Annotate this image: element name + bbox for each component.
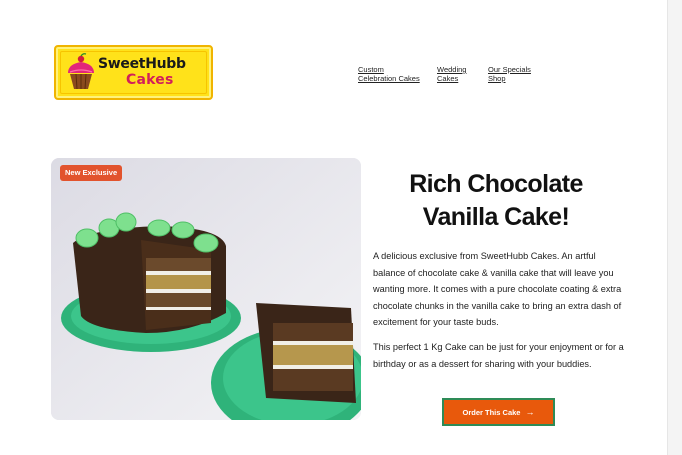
cake-illustration [51, 158, 361, 420]
order-cake-label: Order This Cake [462, 407, 521, 417]
page-scrollbar[interactable] [667, 0, 682, 455]
logo-text-secondary: Cakes [126, 72, 174, 88]
nav-our-specials-shop[interactable]: Our Specials Shop [488, 65, 531, 83]
site-logo[interactable]: SweetHubb Cakes [54, 45, 213, 100]
order-cake-button[interactable]: Order This Cake → [442, 398, 555, 426]
arrow-right-icon: → [525, 406, 535, 417]
logo-text-primary: SweetHubb [98, 56, 186, 72]
product-description: A delicious exclusive from SweetHubb Cak… [373, 251, 622, 328]
cupcake-icon [68, 53, 94, 90]
nav-wedding-cakes[interactable]: Wedding Cakes [437, 65, 466, 83]
product-title: Rich Chocolate Vanilla Cake! [409, 170, 583, 231]
product-usage-note: This perfect 1 Kg Cake can be just for y… [373, 342, 624, 369]
nav-custom-celebration-cakes[interactable]: Custom Celebration Cakes [358, 65, 420, 83]
cake-photo [51, 158, 361, 420]
new-exclusive-badge: New Exclusive [60, 165, 123, 181]
